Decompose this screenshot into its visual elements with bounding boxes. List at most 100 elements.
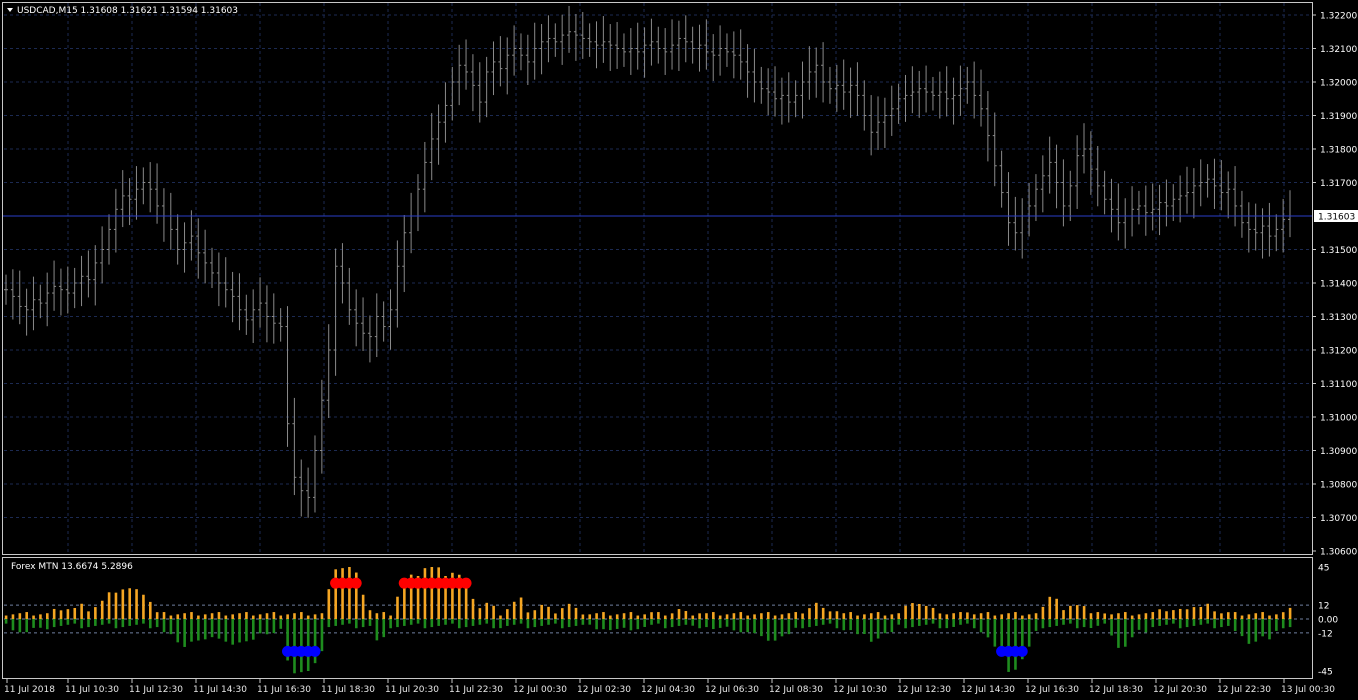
histogram-bar-up [567,603,571,619]
mt4-chart-window[interactable]: USDCAD,M15 1.31608 1.31621 1.31594 1.316… [0,0,1358,700]
histogram-bar-down [979,619,983,633]
histogram-bar-up [540,604,543,619]
histogram-bar-up [1185,609,1189,619]
histogram-bar-down [801,619,804,629]
sell-signal-dot [460,577,472,589]
histogram-bar-down [251,619,255,640]
histogram-bar-up [39,614,42,619]
histogram-bar-up [869,613,873,619]
histogram-bar-down [176,619,180,643]
histogram-bar-up [1288,607,1292,619]
histogram-bar-up [1096,612,1100,619]
histogram-bar-down [821,619,825,625]
histogram-bar-down [1034,619,1038,631]
histogram-bar-down [80,619,83,629]
histogram-bar-up [1007,613,1010,619]
histogram-bar-up [821,607,825,619]
histogram-bar-up [718,615,722,619]
histogram-bar-down [567,619,571,628]
histogram-bar-up [1192,607,1196,619]
histogram-bar-up [739,612,743,619]
histogram-bar-down [1062,619,1065,625]
current-price-label: 1.31603 [1318,213,1355,223]
histogram-bar-up [1240,615,1244,619]
histogram-bar-down [760,619,763,637]
histogram-bar-up [746,615,749,619]
histogram-bar-up [279,615,283,619]
histogram-bar-up [554,613,557,619]
histogram-bar-up [609,615,612,619]
histogram-bar-down [725,619,729,627]
histogram-bar-up [32,615,35,619]
histogram-bar-up [1062,610,1065,619]
histogram-bar-up [4,615,8,619]
histogram-bar-down [444,619,447,625]
histogram-bar-down [993,619,997,647]
histogram-bar-up [986,612,990,619]
histogram-bar-up [883,615,887,619]
indicator-header-text: Forex MTN 13.6674 5.2896 [11,562,133,572]
price-tick-label: 1.31800 [1320,146,1357,156]
histogram-bar-down [691,619,695,626]
histogram-bar-down [265,619,269,635]
histogram-bar-up [1110,614,1113,619]
histogram-bar-up [1178,608,1182,619]
histogram-bar-up [107,592,111,619]
histogram-bar-down [904,619,907,629]
histogram-bar-up [931,607,935,619]
histogram-bar-up [238,613,241,619]
histogram-bar-down [121,619,125,628]
time-tick-label: 11 Jul 16:30 [257,685,311,695]
histogram-bar-up [87,611,90,619]
histogram-bar-down [1103,619,1107,624]
histogram-bar-up [162,612,166,619]
histogram-bar-down [650,619,653,625]
histogram-bar-up [80,603,83,619]
histogram-bar-up [1144,613,1148,619]
histogram-bar-up [1247,614,1251,619]
price-tick-label: 1.31200 [1320,347,1357,357]
histogram-bar-down [574,619,578,626]
histogram-bar-down [1185,619,1189,628]
histogram-bar-up [663,615,667,619]
histogram-bar-down [588,619,592,625]
histogram-bar-up [1027,614,1031,619]
histogram-bar-down [1055,619,1058,626]
histogram-bar-up [245,612,248,619]
histogram-bar-down [1227,619,1230,626]
histogram-bar-up [794,612,798,619]
current-price-marker: 1.31603 [1314,210,1358,223]
histogram-bar-down [25,619,28,633]
histogram-bar-down [217,619,221,639]
histogram-bar-up [361,594,365,619]
histogram-bar-down [499,619,502,629]
histogram-bar-down [478,619,482,625]
histogram-bar-down [203,619,207,640]
histogram-bar-down [272,619,276,634]
time-tick-label: 12 Jul 10:30 [833,685,887,695]
histogram-bar-up [327,589,331,619]
histogram-bar-down [354,619,358,629]
histogram-bar-up [135,589,138,619]
histogram-bar-up [1254,613,1258,619]
buy-signal-dot [309,645,321,657]
histogram-bar-down [897,619,901,625]
histogram-bar-up [1055,598,1058,619]
histogram-bar-up [725,614,729,619]
histogram-bar-down [670,619,674,628]
histogram-bar-up [59,610,63,619]
histogram-bar-down [560,619,564,629]
histogram-bar-up [300,612,303,619]
histogram-bar-down [506,619,509,626]
histogram-bar-up [670,613,674,619]
histogram-bar-down [409,619,413,625]
histogram-bar-up [835,611,839,619]
histogram-bar-up [1261,612,1264,619]
histogram-bar-down [863,619,866,635]
histogram-bar-up [1227,612,1230,619]
histogram-bar-up [945,614,949,619]
histogram-bar-up [464,583,468,619]
histogram-bar-down [1158,619,1161,626]
histogram-bar-up [375,613,379,619]
histogram-bar-up [272,612,276,619]
